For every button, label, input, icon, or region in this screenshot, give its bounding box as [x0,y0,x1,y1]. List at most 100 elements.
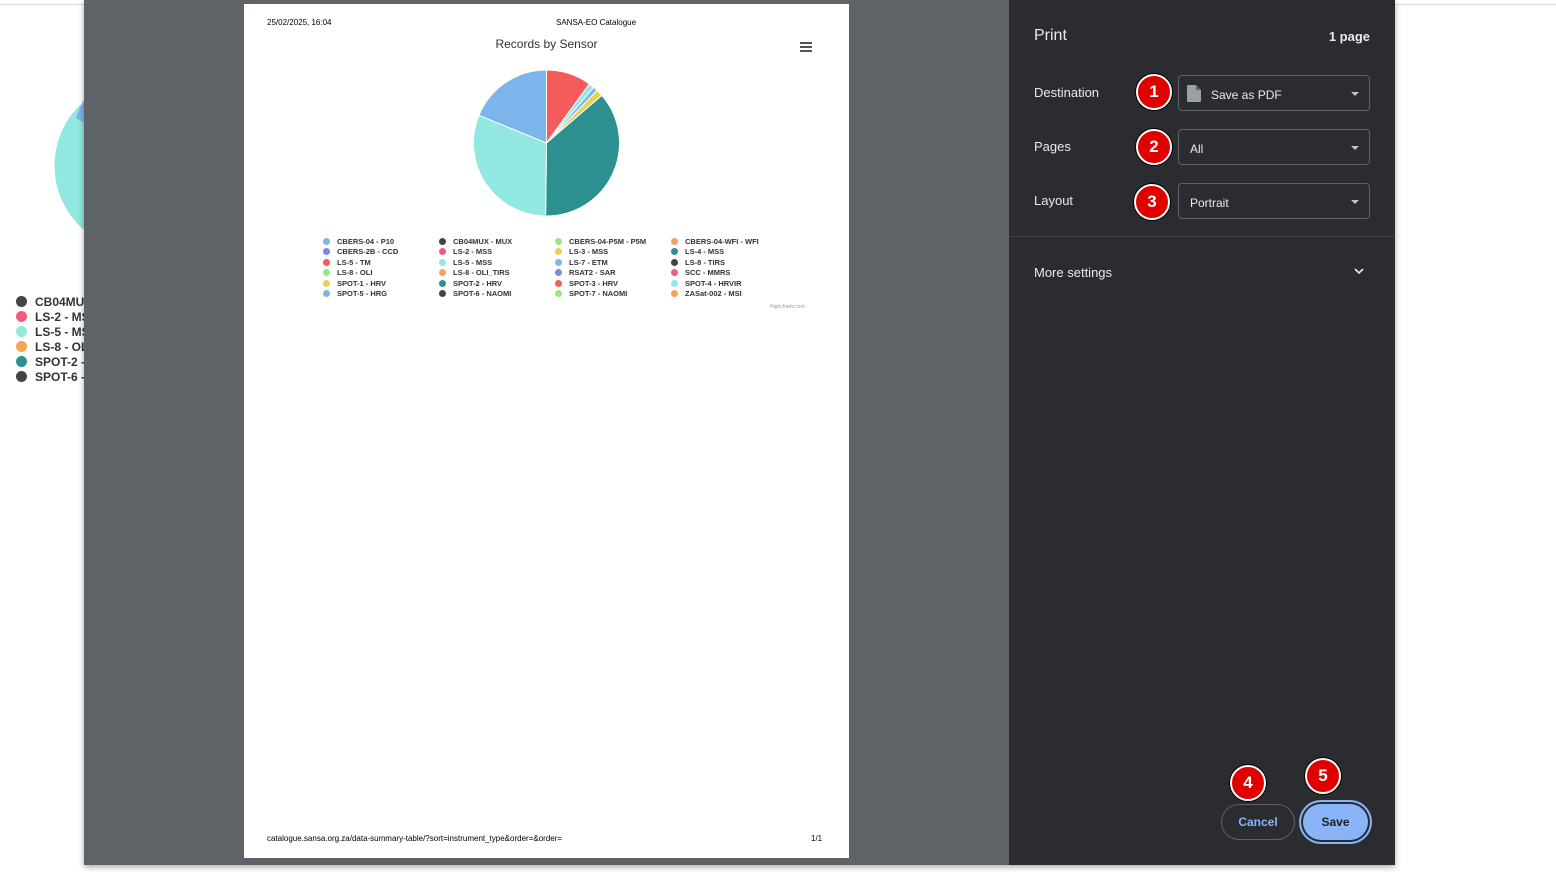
legend-label: SCC - MMRS [685,268,731,278]
destination-select[interactable]: Save as PDF [1178,75,1370,111]
legend-item: LS-8 - OLI_TIRS [439,268,555,279]
legend-item: CBERS-04-P5M - P5M [555,236,671,247]
legend-label: LS-8 - OLI [337,268,373,278]
destination-value: Save as PDF [1211,88,1282,102]
legend-label: SPOT-5 - HRG [337,289,388,299]
legend-dot [555,258,562,266]
legend-dot [439,269,446,277]
legend-dot [555,248,562,256]
legend-dot [671,269,678,277]
legend-label: LS-5 - MS [35,324,90,339]
print-title: Print [1034,27,1067,44]
pages-select[interactable]: All [1178,129,1370,165]
background-legend-item: LS-5 - MS [16,324,90,339]
legend-item: LS-5 - MSS [439,257,555,268]
legend-label: SPOT-7 - NAOMI [569,289,628,299]
save-button[interactable]: Save [1303,804,1368,840]
legend-dot [16,326,27,337]
chevron-down-icon[interactable] [1352,264,1366,278]
pages-label: Pages [1034,139,1071,154]
legend-item: SPOT-3 - HRV [555,278,671,289]
legend-item: LS-2 - MSS [439,247,555,258]
annotation-badge-4: 4 [1230,765,1266,801]
legend-label: LS-5 - MSS [453,257,493,267]
layout-select[interactable]: Portrait [1178,183,1370,219]
cancel-button[interactable]: Cancel [1221,804,1295,840]
legend-item: LS-4 - MSS [671,247,787,258]
legend-label: CBERS-04 - P10 [337,236,395,246]
page-count: 1 page [1328,29,1370,44]
legend-label: SPOT-6 - [35,369,86,384]
annotation-badge-3: 3 [1134,184,1170,220]
legend-item: LS-8 - TIRS [671,257,787,268]
legend-item: SPOT-7 - NAOMI [555,289,671,300]
legend-label: LS-8 - OL [35,339,89,354]
legend-label: SPOT-4 - HRVIR [685,278,742,288]
legend-label: SPOT-3 - HRV [569,278,619,288]
legend-label: LS-3 - MSS [569,247,609,257]
layout-value: Portrait [1190,196,1229,210]
legend-item: SPOT-4 - HRVIR [671,278,787,289]
preview-page: 25/02/2025, 16:04 SANSA-EO Catalogue Rec… [244,4,849,858]
legend-dot [323,269,330,277]
legend-dot [439,258,446,266]
legend-dot [439,237,446,245]
legend-item: LS-8 - OLI [323,268,439,279]
legend-label: SPOT-2 - HRV [453,278,503,288]
legend-dot [671,279,678,287]
legend-label: LS-7 - ETM [569,257,608,267]
legend-label: LS-8 - TIRS [685,257,726,267]
background-legend-item: LS-2 - MS [16,309,90,324]
legend-label: LS-5 - TM [337,257,371,267]
legend-item: SPOT-6 - NAOMI [439,289,555,300]
legend-item: SPOT-5 - HRG [323,289,439,300]
legend-label: ZASat-002 - MSI [685,289,742,299]
legend-label: RSAT2 - SAR [569,268,616,278]
annotation-badge-2: 2 [1136,129,1172,165]
legend-label: LS-2 - MS [35,309,90,324]
background-pie-chart [54,100,90,230]
dropdown-arrow-icon [1351,200,1359,204]
legend-dot [323,258,330,266]
destination-label: Destination [1034,85,1100,100]
legend-dot [555,290,562,298]
chart-legend: CBERS-04 - P10 CB04MUX - MUX CBERS-04-P5M … [323,236,793,299]
legend-label: SPOT-6 - NAOMI [453,289,512,299]
legend-dot [555,269,562,277]
legend-dot [555,279,562,287]
legend-label: SPOT-2 - [35,354,86,369]
legend-dot [439,290,446,298]
legend-dot [323,279,330,287]
legend-item: CBERS-04 - P10 [323,236,439,247]
legend-dot [323,290,330,298]
print-settings-panel: Print 1 page Destination Save as PDF Pag… [1009,0,1395,865]
legend-label: CBERS-2B - CCD [337,247,399,257]
legend-label: LS-8 - OLI_TIRS [453,268,510,278]
legend-item: LS-5 - TM [323,257,439,268]
legend-label: CBERS-04-WFI - WFI [685,236,759,246]
legend-item: SPOT-2 - HRV [439,278,555,289]
legend-item: SPOT-1 - HRV [323,278,439,289]
layout-label: Layout [1034,193,1074,208]
background-legend-item: SPOT-6 - [16,369,90,384]
legend-dot [323,248,330,256]
legend-item: CBERS-04-WFI - WFI [671,236,787,247]
legend-dot [439,248,446,256]
page-footer-url: catalogue.sansa.org.za/data-summary-tabl… [267,834,563,843]
legend-dot [16,311,27,322]
legend-dot [671,248,678,256]
background-legend-item: LS-8 - OL [16,339,90,354]
background-legend-item: SPOT-2 - [16,354,90,369]
background-legend: CB04MU LS-2 - MS LS-5 - MS LS-8 - OL SPOT-2 … [16,294,90,384]
legend-dot [555,237,562,245]
chart-credits: Highcharts.com [770,304,805,310]
more-settings-toggle[interactable]: More settings [1034,265,1112,280]
legend-label: SPOT-1 - HRV [337,278,387,288]
print-dialog: 25/02/2025, 16:04 SANSA-EO Catalogue Rec… [84,0,1395,865]
legend-dot [439,279,446,287]
dropdown-arrow-icon [1351,146,1359,150]
legend-item: SCC - MMRS [671,268,787,279]
legend-item: CB04MUX - MUX [439,236,555,247]
legend-label: CB04MUX - MUX [453,236,513,246]
legend-label: CBERS-04-P5M - P5M [569,236,647,246]
